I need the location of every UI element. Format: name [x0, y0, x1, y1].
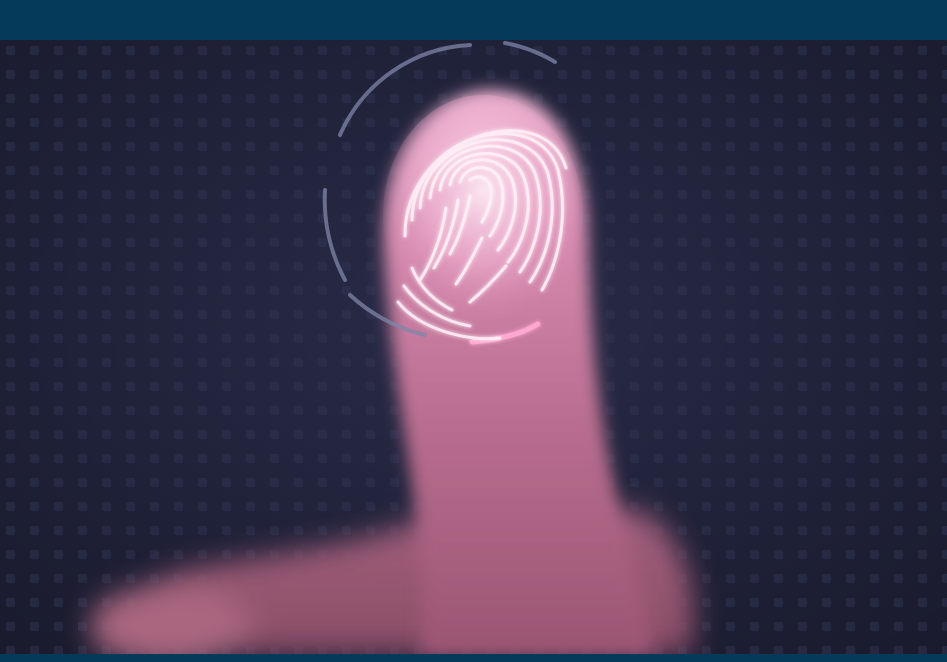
- fingerprint-photo: [0, 40, 947, 654]
- fingerprint-scene: [0, 40, 947, 654]
- top-frame-bar: [0, 0, 947, 40]
- bottom-frame-bar: [0, 654, 947, 662]
- page: [0, 0, 947, 662]
